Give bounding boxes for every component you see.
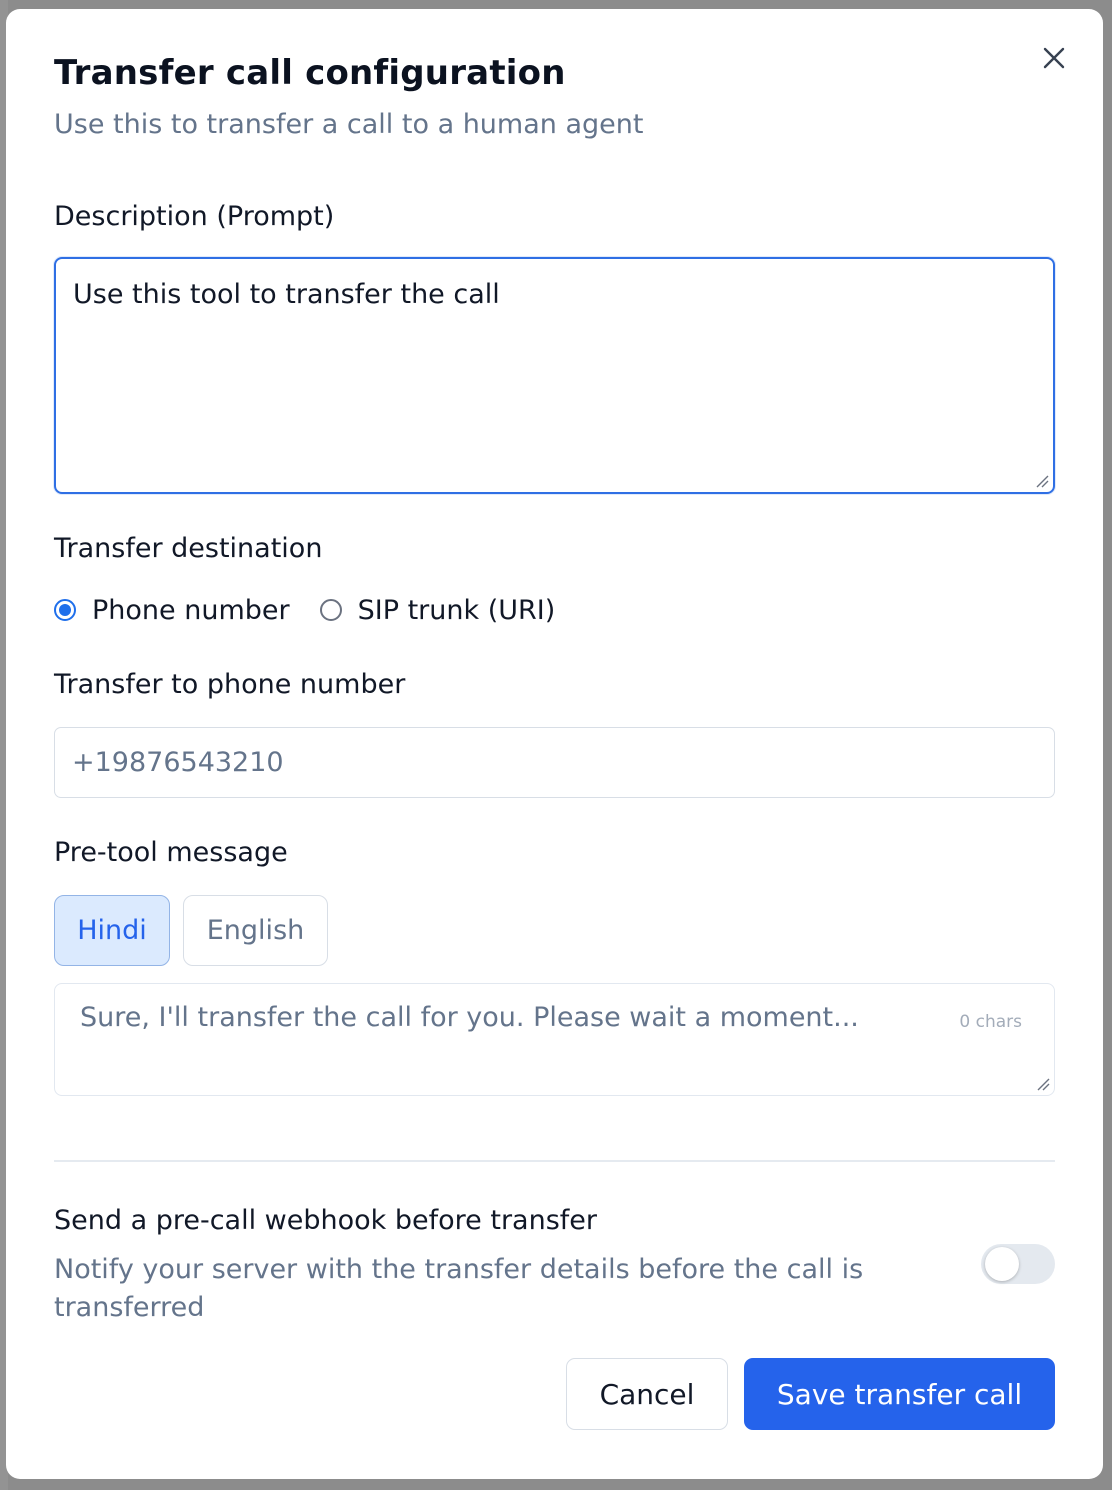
- transfer-call-dialog: Transfer call configuration Use this to …: [6, 9, 1103, 1479]
- phone-number-radio-label[interactable]: Phone number: [92, 595, 290, 626]
- transfer-destination-radio-group: Phone number SIP trunk (URI): [54, 589, 555, 631]
- pre-tool-message-textarea[interactable]: Sure, I'll transfer the call for you. Pl…: [54, 983, 1055, 1096]
- phone-number-label: Transfer to phone number: [54, 669, 406, 700]
- description-value: Use this tool to transfer the call: [73, 279, 500, 310]
- phone-number-placeholder: +19876543210: [72, 747, 284, 778]
- toggle-knob: [985, 1247, 1019, 1281]
- pre-tool-message-label: Pre-tool message: [54, 837, 288, 868]
- language-tab-english[interactable]: English: [183, 895, 328, 966]
- sip-trunk-radio-label[interactable]: SIP trunk (URI): [358, 595, 556, 626]
- close-icon[interactable]: [1041, 45, 1067, 71]
- dialog-title: Transfer call configuration: [54, 53, 566, 93]
- save-transfer-call-button[interactable]: Save transfer call: [744, 1358, 1055, 1430]
- pre-tool-message-placeholder: Sure, I'll transfer the call for you. Pl…: [80, 1002, 859, 1033]
- resize-handle-icon[interactable]: [1035, 474, 1049, 488]
- webhook-description: Notify your server with the transfer det…: [54, 1254, 864, 1323]
- sip-trunk-radio[interactable]: [319, 599, 342, 621]
- webhook-title: Send a pre-call webhook before transfer: [54, 1205, 597, 1236]
- dialog-subtitle: Use this to transfer a call to a human a…: [54, 109, 644, 140]
- description-textarea[interactable]: Use this tool to transfer the call: [54, 257, 1055, 494]
- section-divider: [54, 1160, 1055, 1162]
- description-label: Description (Prompt): [54, 201, 335, 232]
- language-tab-hindi[interactable]: Hindi: [54, 895, 170, 966]
- phone-number-input[interactable]: +19876543210: [54, 727, 1055, 798]
- webhook-toggle[interactable]: [981, 1244, 1055, 1284]
- char-count: 0 chars: [949, 1006, 1032, 1038]
- cancel-button[interactable]: Cancel: [566, 1358, 728, 1430]
- phone-number-radio[interactable]: [54, 599, 76, 621]
- transfer-destination-label: Transfer destination: [54, 533, 323, 564]
- resize-handle-icon[interactable]: [1036, 1077, 1050, 1091]
